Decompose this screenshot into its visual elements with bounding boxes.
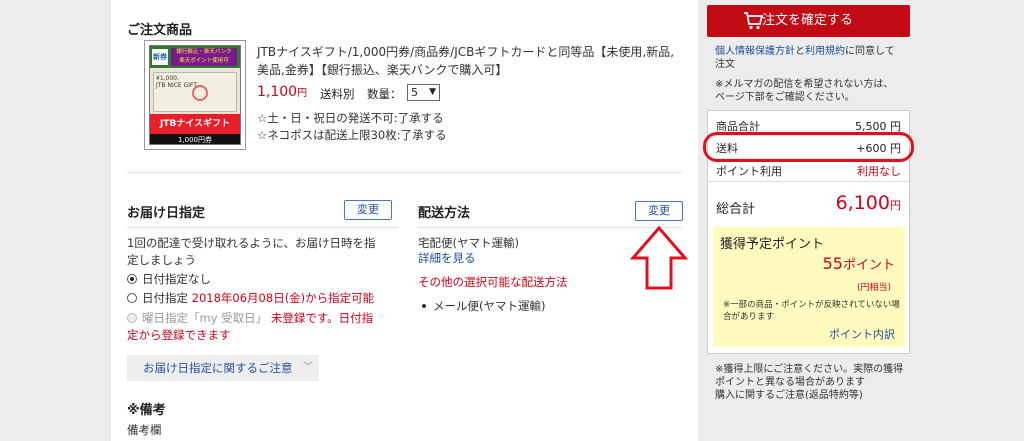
date-available-note: 2018年06月08日(金)から指定可能: [191, 291, 375, 305]
policy-and: と: [795, 46, 805, 57]
gift-card-image: 新券 銀行振込・楽天バンク 楽天ポイント使用可 ¥1,000. JTB NICE…: [149, 45, 241, 145]
product-title-line2[interactable]: 美品,金券】【銀行振込、楽天バンクで購入可】: [257, 61, 507, 79]
privacy-policy-link[interactable]: 個人情報保護方針: [715, 46, 795, 57]
order-main-panel: ご注文商品 新券 銀行振込・楽天バンク 楽天ポイント使用可 ¥1,000. JT…: [111, 0, 698, 441]
total-value: 6,100: [835, 192, 890, 214]
remarks-title: ※備考: [127, 403, 166, 418]
remarks-label: 備考欄: [127, 423, 162, 437]
shipping-separate-label: 送料別: [320, 87, 355, 101]
earned-points-value: 55: [822, 254, 843, 273]
weekday-unregistered-note-2: 定から登録できます: [127, 328, 231, 342]
radio-weekday: 曜日指定「my 受取日」 未登録です。日付指: [127, 310, 373, 327]
points-cap-note-1: ※獲得上限にご注意ください。実際の獲得: [715, 364, 904, 375]
points-breakdown-link[interactable]: ポイント内訳: [829, 326, 895, 342]
delivery-date-notice-toggle[interactable]: お届け日指定に関するご注意 ﹀: [127, 355, 319, 381]
confirm-order-button[interactable]: 注文を確定する: [707, 5, 910, 37]
divider: [127, 227, 398, 228]
thumb-banner-text: 銀行振込・楽天バンク 楽天ポイント使用可: [171, 48, 237, 66]
other-shipping-item-label: メール便(ヤマト運輸): [433, 299, 546, 313]
product-title-line1[interactable]: JTBナイスギフト/1,000円券/商品券/JCBギフトカードと同等品【未使用,…: [257, 43, 674, 61]
terms-link[interactable]: 利用規約: [805, 46, 845, 57]
shipping-method-change-button[interactable]: 変更: [635, 201, 683, 221]
shipping-details-link[interactable]: 詳細を見る: [418, 250, 476, 267]
radio-no-date[interactable]: 日付指定なし: [127, 271, 211, 288]
bill-text: ¥1,000. JTB NICE GIFT: [156, 75, 198, 89]
cart-icon: [744, 12, 763, 30]
quantity-value: 5: [411, 86, 418, 99]
points-use-row: ポイント利用 利用なし: [716, 163, 901, 179]
thumb-denomination: 1,000円券: [150, 134, 240, 144]
radio-weekday-label: 曜日指定「my 受取日」: [142, 311, 268, 325]
total-label: 総合計: [716, 202, 756, 217]
earned-points-note: ※一部の商品・ポイントが反映されていない場 合があります: [723, 299, 900, 323]
radio-specify-date-label: 日付指定: [142, 291, 188, 305]
chevron-down-icon: ▼: [429, 87, 436, 97]
delivery-date-title: お届け日指定: [127, 206, 206, 221]
chevron-down-icon: ﹀: [303, 362, 313, 373]
bill-image: ¥1,000. JTB NICE GIFT: [153, 72, 237, 112]
purchase-notice-link[interactable]: 購入に関するご注意(返品特約等): [715, 389, 863, 402]
product-price: 1,100円: [257, 84, 307, 100]
radio-no-date-label: 日付指定なし: [142, 272, 211, 286]
notice-label: お届け日指定に関するご注意: [143, 361, 293, 375]
radio-disabled-icon: [127, 313, 137, 323]
earned-points-yen: (円相当): [856, 283, 891, 293]
radio-selected-icon: [127, 274, 137, 284]
product-image[interactable]: 新券 銀行振込・楽天バンク 楽天ポイント使用可 ¥1,000. JTB NICE…: [144, 40, 246, 150]
delivery-date-change-button[interactable]: 変更: [344, 200, 392, 220]
newsletter-note-2: ページ下部をご確認ください。: [715, 92, 855, 103]
points-use-value: 利用なし: [857, 165, 901, 178]
earned-points: 55ポイント: [823, 254, 895, 273]
price-value: 1,100: [257, 84, 298, 100]
seal-icon: [192, 85, 208, 101]
confirm-order-label: 注文を確定する: [762, 13, 854, 28]
quantity-label: 数量：: [367, 87, 402, 101]
radio-icon: [127, 293, 137, 303]
policy-tail-1: に同意して: [845, 46, 895, 57]
highlight-oval-annotation: [703, 132, 914, 162]
total-price: 6,100円: [836, 192, 901, 214]
note-nekopos: ☆ネコポスは配送上限30枚:了承する: [257, 128, 447, 142]
policy-tail-2: 注文: [715, 59, 735, 70]
points-use-label: ポイント利用: [716, 165, 782, 178]
weekday-unregistered-note: 未登録です。日付指: [270, 311, 374, 325]
shipping-method-title: 配送方法: [418, 206, 471, 221]
price-unit: 円: [297, 88, 308, 99]
delivery-date-desc-1: 1回の配達で受け取れるように、お届け日時を指: [127, 236, 376, 250]
bullet-icon: [422, 303, 426, 308]
new-badge: 新券: [152, 49, 168, 65]
policy-agreement: 個人情報保護方針と利用規約に同意して: [715, 45, 895, 58]
divider: [127, 172, 682, 173]
earned-points-note-1: ※一部の商品・ポイントが反映されていない場: [723, 300, 900, 310]
total-unit: 円: [890, 199, 901, 212]
thumb-brand: JTBナイスギフト: [150, 114, 240, 134]
points-cap-note-2: ポイントと異なる場合があります: [715, 377, 865, 388]
other-shipping-title: その他の選択可能な配送方法: [418, 275, 568, 289]
note-weekend: ☆土・日・祝日の発送不可:了承する: [257, 111, 444, 125]
delivery-date-desc-2: 定しましょう: [127, 253, 196, 267]
divider: [708, 181, 909, 182]
other-shipping-item: メール便(ヤマト運輸): [418, 298, 545, 315]
radio-specify-date[interactable]: 日付指定 2018年06月08日(金)から指定可能: [127, 290, 374, 307]
earned-points-title: 獲得予定ポイント: [720, 237, 825, 252]
order-items-title: ご注文商品: [127, 23, 193, 38]
quantity-select[interactable]: 5 ▼: [407, 84, 440, 101]
newsletter-note-1: ※メルマガの配信を希望されない方は、: [715, 79, 894, 90]
earned-points-box: 獲得予定ポイント 55ポイント (円相当) ※一部の商品・ポイントが反映されてい…: [713, 227, 905, 347]
earned-points-note-2: 合があります: [723, 312, 775, 322]
earned-points-unit: ポイント: [842, 258, 895, 273]
up-arrow-annotation-icon: [630, 225, 688, 290]
